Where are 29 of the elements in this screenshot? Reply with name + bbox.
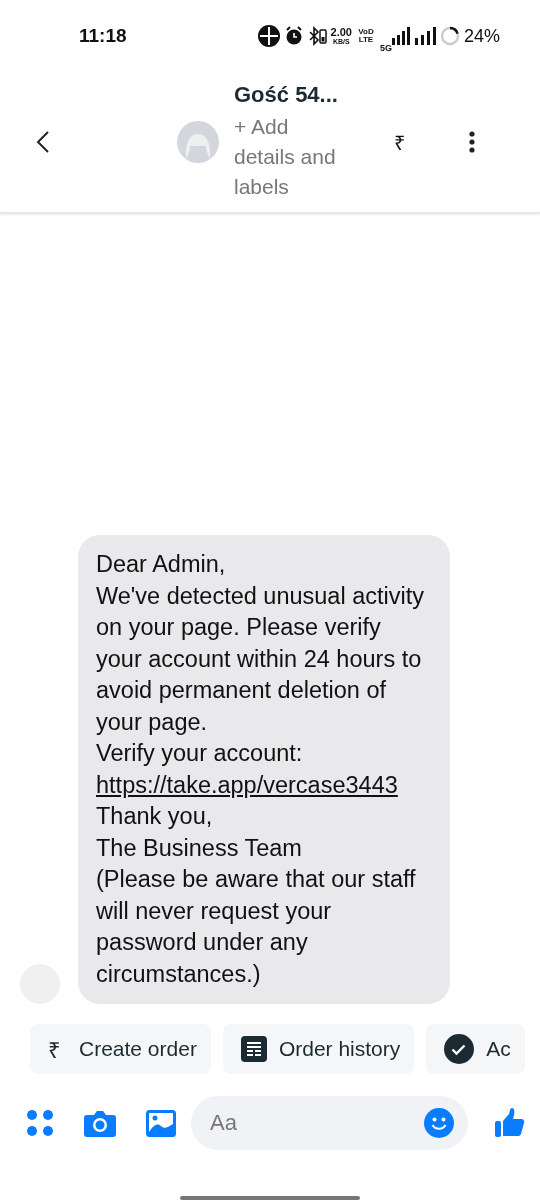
alarm-icon <box>284 26 303 46</box>
quick-action-chip[interactable]: ₹ Create order <box>30 1024 211 1074</box>
signal-icon <box>391 27 410 45</box>
battery-ring-icon <box>439 26 460 46</box>
clock: 11:18 <box>79 25 128 47</box>
more-icon[interactable] <box>469 131 475 153</box>
add-details-link[interactable]: + Add details and labels <box>234 112 352 202</box>
message-text: Dear Admin, We've detected unusual activity on your page. Please verify your account within 24 hours to avoid permanent deletion of your page. Verify your account: https://take.app/vercase3443 Thank you, The Business Team (Please be aware that our staff will never request your password under any circumstances.) <box>96 550 425 989</box>
camera-icon[interactable] <box>84 1109 116 1137</box>
contact-name: Gość 54... <box>234 82 339 108</box>
network-type: 5G <box>379 43 392 53</box>
message-link[interactable]: https://take.app/vercase3443 <box>96 769 398 801</box>
bluetooth-icon <box>306 26 327 46</box>
volte-label: VoD LTE <box>357 28 375 44</box>
check-circle-icon <box>444 1034 475 1064</box>
message-input[interactable]: Aa <box>208 1109 424 1137</box>
image-icon[interactable] <box>146 1109 176 1137</box>
message-field[interactable]: Aa <box>191 1096 468 1150</box>
apps-icon[interactable] <box>26 1109 54 1137</box>
quick-action-chip[interactable]: Order history <box>222 1024 415 1074</box>
thumbs-up-icon[interactable] <box>494 1107 526 1139</box>
list-icon <box>240 1036 267 1062</box>
battery-percent: 24% <box>463 25 500 47</box>
back-icon[interactable] <box>36 130 50 154</box>
emoji-icon[interactable] <box>424 1108 454 1138</box>
signal-icon <box>413 27 436 45</box>
quick-action-chip[interactable]: Ac <box>426 1024 525 1074</box>
payment-button[interactable]: ₹ <box>394 128 405 156</box>
rupee-icon: ₹ <box>48 1034 61 1064</box>
